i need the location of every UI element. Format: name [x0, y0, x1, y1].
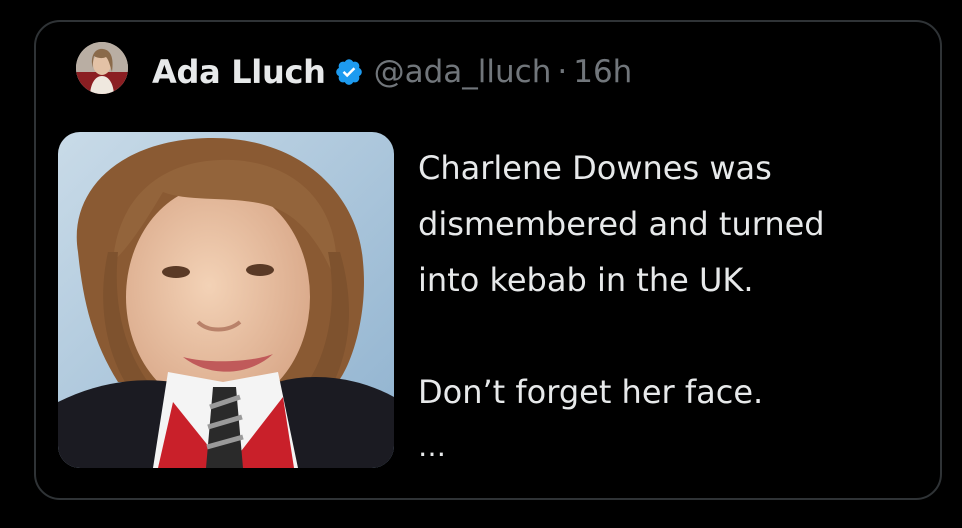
show-more-ellipsis[interactable]: …: [418, 430, 446, 463]
quoted-tweet-card[interactable]: Ada Lluch @ada_lluch · 16h Charlene Down…: [34, 20, 942, 500]
portrait-photo: [58, 132, 394, 468]
tweet-header: Ada Lluch @ada_lluch · 16h: [152, 50, 632, 94]
author-display-name[interactable]: Ada Lluch: [152, 53, 326, 91]
tweet-text-line: Charlene Downes was: [418, 149, 772, 187]
tweet-text-line: dismembered and turned: [418, 205, 825, 243]
header-separator: ·: [557, 54, 568, 90]
paragraph-break: [418, 308, 918, 364]
avatar[interactable]: [76, 42, 128, 94]
avatar-image: [76, 42, 128, 94]
tweet-text-line: into kebab in the UK.: [418, 261, 754, 299]
tweet-media-photo[interactable]: [58, 132, 394, 468]
tweet-text-line: Don’t forget her face.: [418, 373, 764, 411]
verified-badge-icon[interactable]: [334, 57, 364, 87]
tweet-text: Charlene Downes was dismembered and turn…: [418, 140, 918, 420]
author-handle[interactable]: @ada_lluch: [374, 54, 552, 90]
tweet-timestamp[interactable]: 16h: [573, 54, 632, 90]
